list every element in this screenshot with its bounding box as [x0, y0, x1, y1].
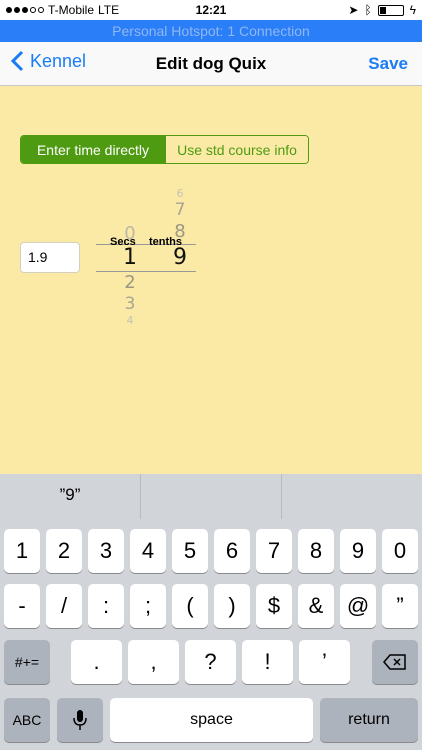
secs-option[interactable]: 3	[110, 294, 150, 314]
key-2[interactable]: 2	[46, 529, 82, 573]
key-dollar[interactable]: $	[256, 584, 292, 628]
key-question[interactable]: ?	[185, 640, 236, 684]
key-semicolon[interactable]: ;	[130, 584, 166, 628]
key-abc[interactable]: ABC	[4, 698, 50, 742]
secs-option[interactable]: 0	[110, 223, 150, 244]
key-3[interactable]: 3	[88, 529, 124, 573]
time-picker[interactable]: Secs tenths 0 1 2 3 4 6 7 8 9	[96, 186, 196, 326]
suggestion-bar: ”9”	[0, 474, 422, 519]
delete-key[interactable]	[372, 640, 418, 684]
save-button[interactable]: Save	[368, 54, 408, 74]
key-apostrophe[interactable]: ’	[299, 640, 350, 684]
key-return[interactable]: return	[320, 698, 418, 742]
segment-use-std-course-info[interactable]: Use std course info	[165, 136, 308, 163]
key-8[interactable]: 8	[298, 529, 334, 573]
tenths-wheel[interactable]: 6 7 8 9	[160, 186, 200, 326]
dictation-key[interactable]	[57, 698, 103, 742]
location-icon: ➤	[348, 3, 359, 17]
key-at[interactable]: @	[340, 584, 376, 628]
hotspot-banner[interactable]: Personal Hotspot: 1 Connection	[0, 20, 422, 42]
key-period[interactable]: .	[71, 640, 122, 684]
key-4[interactable]: 4	[130, 529, 166, 573]
charging-icon: ϟ	[409, 3, 416, 17]
microphone-icon	[73, 710, 87, 730]
key-1[interactable]: 1	[4, 529, 40, 573]
key-more-symbols[interactable]: #+=	[4, 640, 50, 684]
key-ampersand[interactable]: &	[298, 584, 334, 628]
key-close-paren[interactable]: )	[214, 584, 250, 628]
time-value-field[interactable]: 1.9	[20, 242, 80, 273]
key-5[interactable]: 5	[172, 529, 208, 573]
key-space[interactable]: space	[110, 698, 313, 742]
suggestion-item[interactable]: ”9”	[0, 474, 141, 519]
tenths-option-selected[interactable]: 9	[160, 245, 200, 270]
page-title: Edit dog Quix	[155, 54, 267, 73]
key-7[interactable]: 7	[256, 529, 292, 573]
key-exclamation[interactable]: !	[242, 640, 293, 684]
key-comma[interactable]: ,	[128, 640, 179, 684]
bluetooth-icon: ᛒ	[364, 3, 372, 17]
on-screen-keyboard: ”9” 1 2 3 4 5 6 7 8 9 0 - / : ; ( ) $ & …	[0, 474, 422, 750]
secs-wheel[interactable]: 0 1 2 3 4	[110, 186, 150, 326]
key-quote[interactable]: ”	[382, 584, 418, 628]
tenths-option[interactable]: 8	[160, 221, 200, 242]
segment-enter-time-directly[interactable]: Enter time directly	[21, 136, 165, 163]
secs-option[interactable]: 4	[110, 314, 150, 324]
tenths-option[interactable]: 6	[160, 187, 200, 197]
navigation-bar: Kennel Edit dog Quix Save	[0, 42, 422, 86]
key-6[interactable]: 6	[214, 529, 250, 573]
tenths-option[interactable]: 7	[160, 200, 200, 220]
status-bar: T-Mobile LTE 12:21 ➤ ᛒ ϟ	[0, 0, 422, 20]
suggestion-item-empty[interactable]	[282, 474, 422, 519]
battery-icon	[377, 4, 404, 16]
secs-option-selected[interactable]: 1	[110, 245, 150, 270]
key-0[interactable]: 0	[382, 529, 418, 573]
key-hyphen[interactable]: -	[4, 584, 40, 628]
key-colon[interactable]: :	[88, 584, 124, 628]
key-9[interactable]: 9	[340, 529, 376, 573]
status-icons: ➤ ᛒ ϟ	[348, 3, 416, 17]
suggestion-item-empty[interactable]	[141, 474, 282, 519]
secs-option[interactable]: 2	[110, 272, 150, 293]
key-open-paren[interactable]: (	[172, 584, 208, 628]
key-slash[interactable]: /	[46, 584, 82, 628]
backspace-icon	[383, 654, 406, 670]
entry-mode-segmented-control: Enter time directly Use std course info	[20, 135, 309, 164]
